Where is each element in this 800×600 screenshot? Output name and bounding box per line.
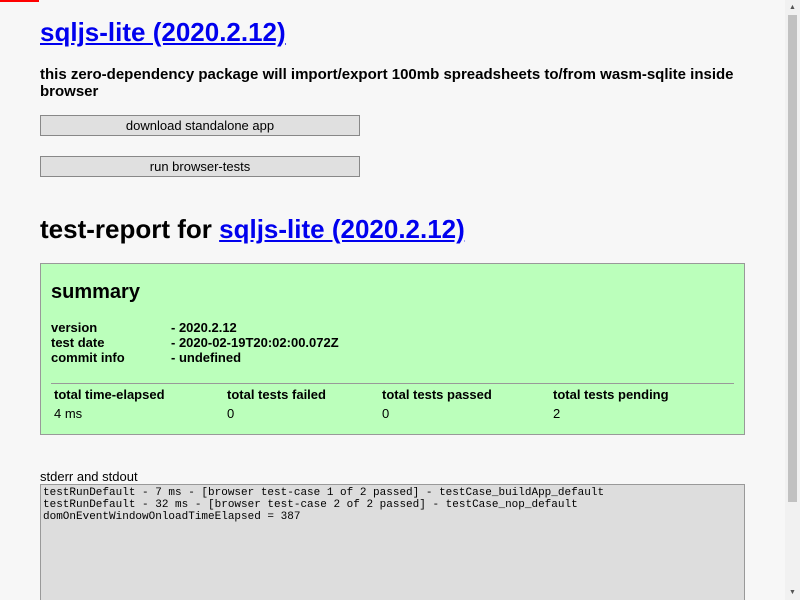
scrollbar-thumb[interactable] [788, 15, 797, 502]
totals-header-row: total time-elapsed total tests failed to… [51, 384, 734, 403]
test-report-link[interactable]: sqljs-lite (2020.2.12) [219, 214, 465, 244]
summary-panel: summary version - 2020.2.12 test date - … [40, 263, 745, 435]
info-row-test-date: test date - 2020-02-19T20:02:00.072Z [51, 335, 339, 350]
page: sqljs-lite (2020.2.12) this zero-depende… [0, 0, 800, 600]
info-key: version [51, 320, 98, 335]
package-tagline: this zero-dependency package will import… [40, 66, 734, 100]
stdio-line: testRunDefault - 7 ms - [browser test-ca… [43, 487, 605, 499]
summary-totals-table: total time-elapsed total tests failed to… [51, 383, 734, 423]
info-key: commit info [51, 350, 125, 365]
totals-value-row: 4 ms 0 0 2 [51, 403, 734, 423]
test-report-heading: test-report for sqljs-lite (2020.2.12) [40, 213, 465, 245]
vertical-scrollbar[interactable]: ▲ ▼ [785, 0, 800, 600]
totals-value-cell: 4 ms [54, 406, 83, 421]
summary-info-table: version - 2020.2.12 test date - 2020-02-… [51, 320, 339, 365]
stdio-line: domOnEventWindowOnloadTimeElapsed = 387 [43, 511, 301, 523]
run-browser-tests-button[interactable]: run browser-tests [40, 156, 360, 177]
scroll-down-arrow-icon[interactable]: ▼ [785, 585, 800, 600]
title-link[interactable]: sqljs-lite (2020.2.12) [40, 17, 286, 47]
info-value: - undefined [171, 350, 242, 365]
totals-value-cell: 0 [382, 406, 390, 421]
scroll-up-arrow-icon[interactable]: ▲ [785, 0, 800, 15]
totals-value-cell: 2 [553, 406, 561, 421]
stdio-output-box[interactable]: testRunDefault - 7 ms - [browser test-ca… [40, 484, 745, 600]
loading-progress-bar [0, 0, 39, 2]
info-value: - 2020.2.12 [171, 320, 237, 335]
totals-header-cell: total time-elapsed [54, 387, 165, 402]
info-row-commit-info: commit info - undefined [51, 350, 339, 365]
test-report-heading-prefix: test-report for [40, 214, 220, 244]
info-row-version: version - 2020.2.12 [51, 320, 339, 335]
summary-title: summary [51, 281, 140, 303]
totals-header-cell: total tests failed [227, 387, 326, 402]
stdio-line: testRunDefault - 32 ms - [browser test-c… [43, 499, 578, 511]
totals-header-cell: total tests passed [382, 387, 492, 402]
info-value: - 2020-02-19T20:02:00.072Z [171, 335, 339, 350]
download-standalone-app-button[interactable]: download standalone app [40, 115, 360, 136]
stdio-label: stderr and stdout [40, 469, 138, 484]
totals-header-cell: total tests pending [553, 387, 669, 402]
info-key: test date [51, 335, 105, 350]
totals-value-cell: 0 [227, 406, 235, 421]
page-title: sqljs-lite (2020.2.12) [40, 16, 286, 48]
